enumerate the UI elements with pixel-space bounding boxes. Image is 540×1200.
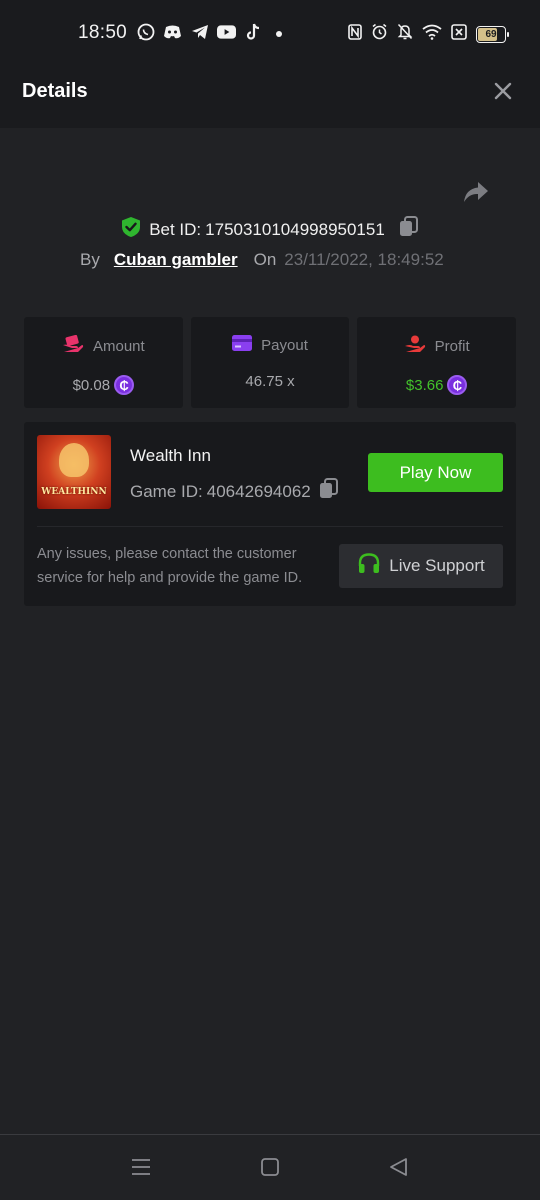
game-id-value: 40642694062 — [206, 481, 311, 501]
menu-icon — [132, 1159, 150, 1175]
battery-level: 69 — [485, 28, 497, 40]
verified-shield-icon — [121, 216, 141, 243]
live-support-button[interactable]: Live Support — [339, 544, 503, 588]
headset-icon — [357, 552, 381, 581]
amount-icon — [62, 334, 84, 357]
square-icon — [261, 1158, 279, 1176]
mute-icon — [397, 23, 413, 45]
telegram-icon — [190, 22, 209, 41]
bet-id-label: Bet ID: — [149, 219, 202, 239]
details-header: Details — [0, 56, 540, 128]
tiktok-icon — [244, 22, 263, 41]
bet-meta-row: By Cuban gambler On 23/11/2022, 18:49:52 — [80, 250, 444, 270]
back-button[interactable] — [388, 1157, 408, 1177]
payout-label: Payout — [261, 336, 308, 354]
live-support-label: Live Support — [389, 556, 485, 575]
user-link[interactable]: Cuban gambler — [114, 250, 238, 270]
status-bar: 18:50 69 — [0, 0, 540, 56]
payout-icon — [232, 335, 253, 355]
game-id-row: Game ID: 40642694062 — [130, 478, 339, 505]
system-icons: 69 — [348, 23, 509, 45]
share-button[interactable] — [462, 180, 490, 206]
on-label: On — [253, 250, 277, 269]
notification-dot-icon — [276, 31, 282, 37]
close-icon — [494, 82, 512, 100]
sim-icon — [451, 23, 467, 45]
game-art-figure — [59, 443, 89, 477]
support-message: Any issues, please contact the customer … — [37, 546, 303, 586]
copy-bet-id-button[interactable] — [399, 216, 419, 243]
whatsapp-icon — [136, 22, 155, 41]
youtube-icon — [217, 22, 236, 41]
payout-value: 46.75 x — [245, 373, 295, 390]
game-card: WEALTHINN Wealth Inn Game ID: 4064269406… — [24, 422, 516, 606]
page-title: Details — [22, 80, 88, 102]
game-name: Wealth Inn — [130, 446, 211, 465]
copy-game-id-button[interactable] — [319, 478, 339, 505]
copy-icon — [399, 216, 418, 236]
notification-icons — [136, 22, 263, 41]
wifi-icon — [422, 24, 442, 45]
share-icon — [464, 182, 488, 202]
home-button[interactable] — [260, 1157, 280, 1177]
system-nav-bar — [0, 1134, 540, 1200]
amount-value: $0.08 — [72, 376, 111, 394]
alarm-icon — [371, 23, 388, 45]
amount-label: Amount — [92, 337, 145, 355]
bet-date: 23/11/2022, 18:49:52 — [284, 250, 444, 269]
recents-button[interactable] — [131, 1157, 151, 1177]
game-id-label: Game ID: — [130, 481, 203, 501]
battery-icon: 69 — [476, 25, 509, 43]
copy-icon — [319, 478, 338, 498]
profit-card: Profit $3.66 ₵ — [357, 317, 517, 408]
close-button[interactable] — [490, 78, 516, 104]
profit-label: Profit — [434, 337, 470, 355]
card-divider — [37, 526, 503, 527]
by-label: By — [80, 250, 100, 269]
profit-value: $3.66 — [405, 376, 444, 394]
bet-stats: Amount $0.08 ₵ Payout 46.75 x Profit $3.… — [24, 317, 517, 408]
discord-icon — [163, 22, 182, 41]
game-thumbnail-title: WEALTHINN — [41, 487, 107, 497]
bet-id-row: Bet ID: 1750310104998950151 — [0, 216, 540, 243]
game-thumbnail[interactable]: WEALTHINN — [37, 435, 111, 509]
payout-card: Payout 46.75 x — [190, 317, 350, 408]
play-now-button[interactable]: Play Now — [368, 453, 503, 492]
nfc-icon — [348, 23, 362, 45]
amount-card: Amount $0.08 ₵ — [24, 317, 183, 408]
currency-coin-icon: ₵ — [447, 375, 468, 395]
profit-icon — [404, 335, 426, 357]
back-triangle-icon — [390, 1158, 407, 1176]
currency-coin-icon: ₵ — [114, 375, 135, 395]
status-time: 18:50 — [78, 22, 128, 43]
bet-id-value: 1750310104998950151 — [205, 219, 385, 239]
